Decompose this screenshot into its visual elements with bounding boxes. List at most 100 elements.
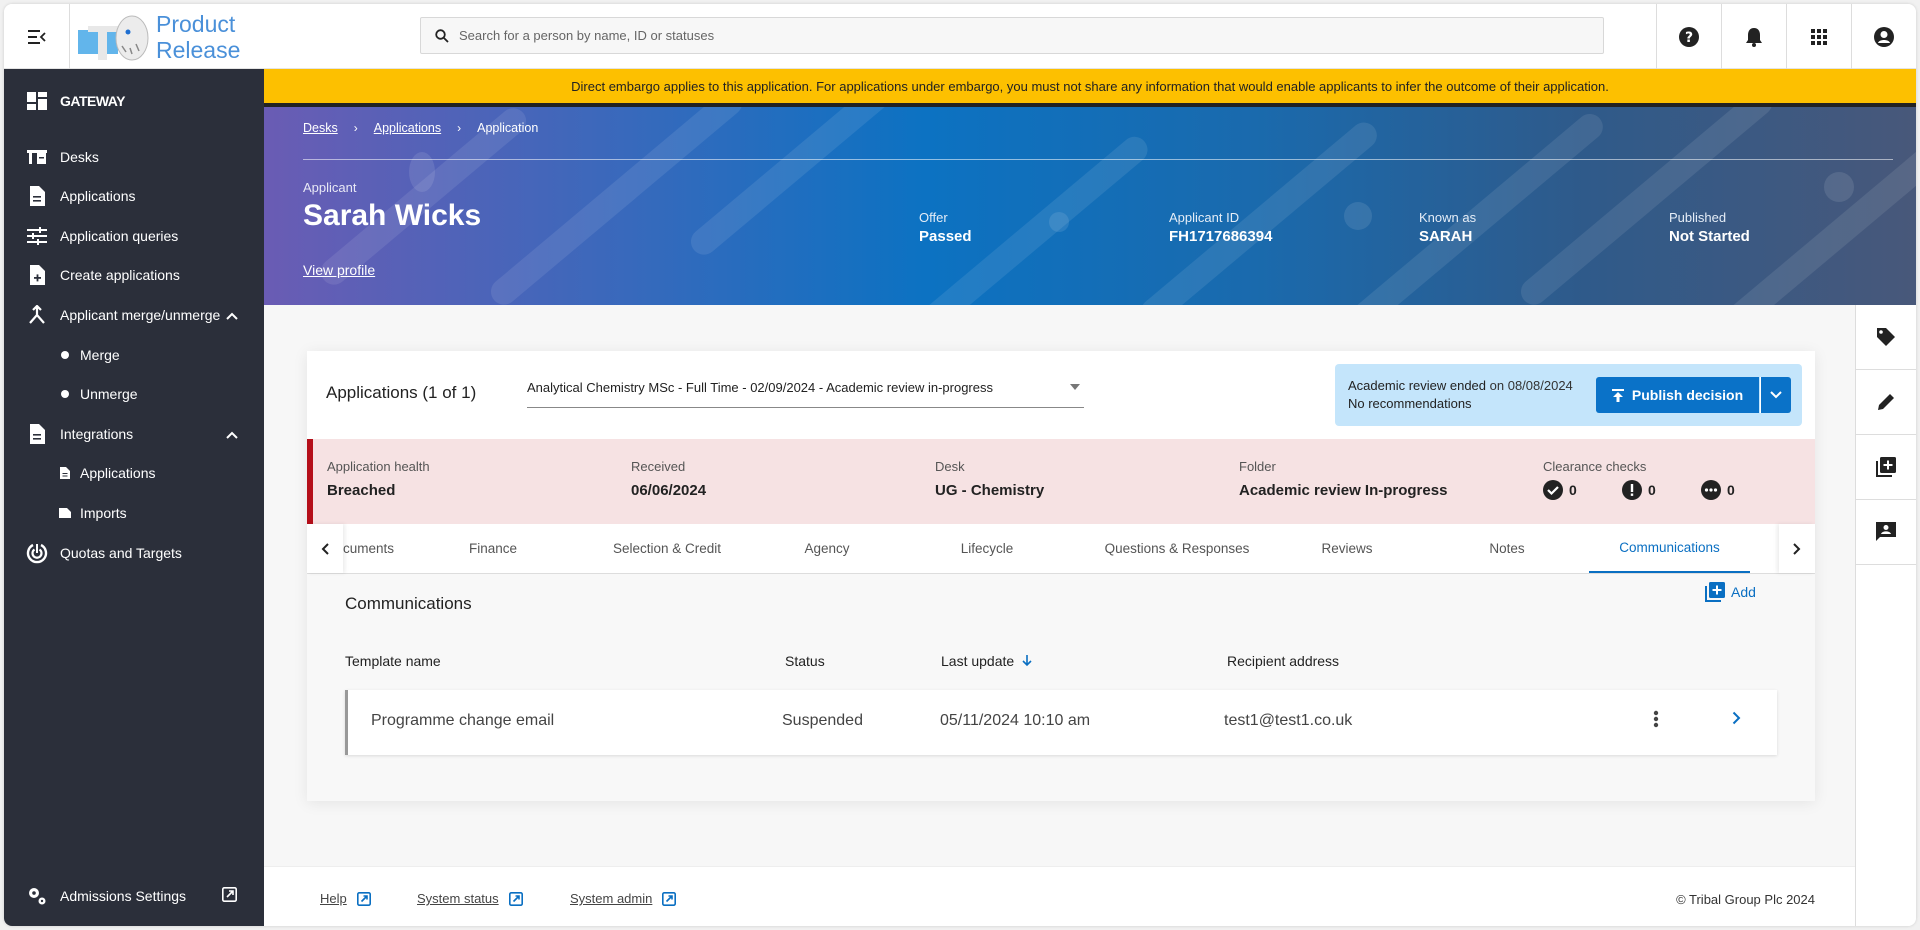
external-link-icon — [662, 891, 677, 906]
folder-field: Folder Academic review In-progress — [1239, 459, 1448, 499]
exclamation-circle-icon — [1622, 480, 1642, 500]
external-link-icon — [356, 891, 371, 906]
tab-communications[interactable]: Communications — [1589, 524, 1750, 573]
apps-grid-button[interactable] — [1786, 4, 1851, 69]
account-button[interactable] — [1851, 4, 1916, 69]
external-link-icon — [508, 891, 523, 906]
footer-system-status-link[interactable]: System status — [417, 891, 523, 906]
sidebar-item-application-queries[interactable]: Application queries — [4, 218, 264, 254]
bullet-icon — [58, 383, 72, 405]
tab-agency[interactable]: Agency — [757, 524, 897, 573]
column-header-template[interactable]: Template name — [345, 653, 441, 669]
applicant-label: Applicant — [303, 180, 357, 195]
application-health-bar: Application health Breached Received 06/… — [307, 439, 1815, 524]
table-row[interactable]: Programme change email Suspended 05/11/2… — [345, 690, 1777, 755]
top-bar: Product Release ? — [4, 4, 1916, 69]
column-header-recipient[interactable]: Recipient address — [1227, 653, 1339, 669]
chevron-right-icon — [1732, 711, 1741, 725]
last-update-cell: 05/11/2024 10:10 am — [940, 712, 1091, 729]
tabs-scroll-right[interactable] — [1779, 524, 1815, 573]
sidebar-item-create-applications[interactable]: Create applications — [4, 257, 264, 293]
tags-button[interactable] — [1856, 305, 1916, 370]
sidebar-item-integrations[interactable]: Integrations — [4, 416, 264, 452]
account-icon — [1874, 26, 1894, 47]
check-circle-icon — [1543, 480, 1563, 500]
app-window: Product Release ? GATEWAY — [4, 4, 1916, 926]
dashboard-icon — [26, 90, 48, 112]
footer-system-admin-link[interactable]: System admin — [570, 891, 677, 906]
tab-questions-responses[interactable]: Questions & Responses — [1087, 524, 1267, 573]
sidebar-item-admissions-settings[interactable]: Admissions Settings — [4, 878, 264, 914]
menu-collapse-icon — [27, 29, 46, 44]
desk-icon — [26, 146, 48, 168]
bullet-icon — [58, 344, 72, 366]
tabs-scroll-left[interactable] — [307, 524, 343, 573]
footer-help-link[interactable]: Help — [320, 891, 371, 906]
sidebar-item-applications[interactable]: Applications — [4, 178, 264, 214]
tab-notes[interactable]: Notes — [1437, 524, 1577, 573]
sidebar-item-integrations-applications[interactable]: Applications — [4, 455, 264, 491]
sidebar-item-applicant-merge[interactable]: Applicant merge/unmerge — [4, 297, 264, 333]
help-button[interactable]: ? — [1656, 4, 1721, 69]
clearance-pending[interactable]: 0 — [1701, 480, 1756, 500]
chevron-up-icon[interactable] — [226, 307, 238, 323]
document-icon — [26, 423, 48, 445]
tab-selection-credit[interactable]: Selection & Credit — [597, 524, 737, 573]
application-select[interactable]: Analytical Chemistry MSc - Full Time - 0… — [527, 374, 1084, 408]
logo[interactable]: Product Release — [76, 10, 240, 64]
desk-field: Desk UG - Chemistry — [935, 459, 1045, 499]
column-header-last-update[interactable]: Last update — [941, 653, 1032, 669]
column-header-status[interactable]: Status — [785, 653, 825, 669]
help-icon: ? — [1679, 26, 1699, 47]
review-status: Academic review ended — [1348, 378, 1487, 393]
sidebar-item-unmerge[interactable]: Unmerge — [4, 376, 264, 412]
breadcrumb-applications[interactable]: Applications — [374, 121, 441, 135]
add-communication-button[interactable]: Add — [1705, 582, 1756, 602]
clearance-passed[interactable]: 0 — [1543, 480, 1598, 500]
contact-notes-button[interactable] — [1856, 500, 1916, 565]
chevron-down-icon — [1770, 391, 1782, 399]
sidebar-item-merge[interactable]: Merge — [4, 337, 264, 373]
sidebar-item-imports[interactable]: Imports — [4, 495, 264, 531]
applicant-header: Desks › Applications › Application Appli… — [264, 107, 1916, 305]
sidebar-title: GATEWAY — [60, 93, 125, 109]
copyright: © Tribal Group Plc 2024 — [1676, 892, 1815, 907]
publish-icon — [1611, 388, 1624, 402]
tab-finance[interactable]: Finance — [445, 524, 541, 573]
applicant-id-field: Applicant ID FH1717686394 — [1169, 210, 1273, 245]
search-input[interactable] — [459, 28, 1559, 43]
view-profile-link[interactable]: View profile — [303, 262, 375, 278]
sidebar-gateway[interactable]: GATEWAY — [4, 83, 264, 119]
collapse-menu-button[interactable] — [4, 4, 70, 69]
tab-lifecycle[interactable]: Lifecycle — [917, 524, 1057, 573]
notifications-button[interactable] — [1721, 4, 1786, 69]
add-to-library-button[interactable] — [1856, 435, 1916, 500]
caret-down-icon — [1070, 384, 1080, 390]
document-small-icon — [58, 462, 72, 484]
sidebar-item-quotas[interactable]: Quotas and Targets — [4, 535, 264, 571]
application-card: Applications (1 of 1) Analytical Chemist… — [307, 351, 1815, 801]
external-link-icon[interactable] — [222, 887, 237, 905]
search-icon — [435, 28, 449, 43]
publish-options-button[interactable] — [1760, 377, 1791, 413]
embargo-banner: Direct embargo applies to this applicati… — [264, 69, 1916, 107]
chevron-up-icon[interactable] — [226, 426, 238, 442]
edit-button[interactable] — [1856, 370, 1916, 435]
right-action-panel — [1855, 305, 1916, 926]
svg-text:?: ? — [1685, 30, 1693, 46]
search-box[interactable] — [420, 17, 1604, 54]
tab-reviews[interactable]: Reviews — [1277, 524, 1417, 573]
breadcrumb-desks[interactable]: Desks — [303, 121, 338, 135]
footer: Help System status System admin © Tribal… — [264, 866, 1855, 926]
publish-decision-button[interactable]: Publish decision — [1596, 377, 1759, 413]
known-as-field: Known as SARAH — [1419, 210, 1477, 245]
row-menu-button[interactable] — [1653, 710, 1659, 733]
tab-documents[interactable]: cuments — [343, 524, 395, 573]
clearance-warning[interactable]: 0 — [1622, 480, 1677, 500]
row-open-button[interactable] — [1732, 711, 1741, 730]
file-icon — [58, 502, 72, 524]
logo-owl-icon — [76, 12, 150, 62]
review-recommendations: No recommendations — [1348, 396, 1472, 411]
sidebar-item-desks[interactable]: Desks — [4, 139, 264, 175]
logo-text-line1: Product — [156, 11, 236, 37]
